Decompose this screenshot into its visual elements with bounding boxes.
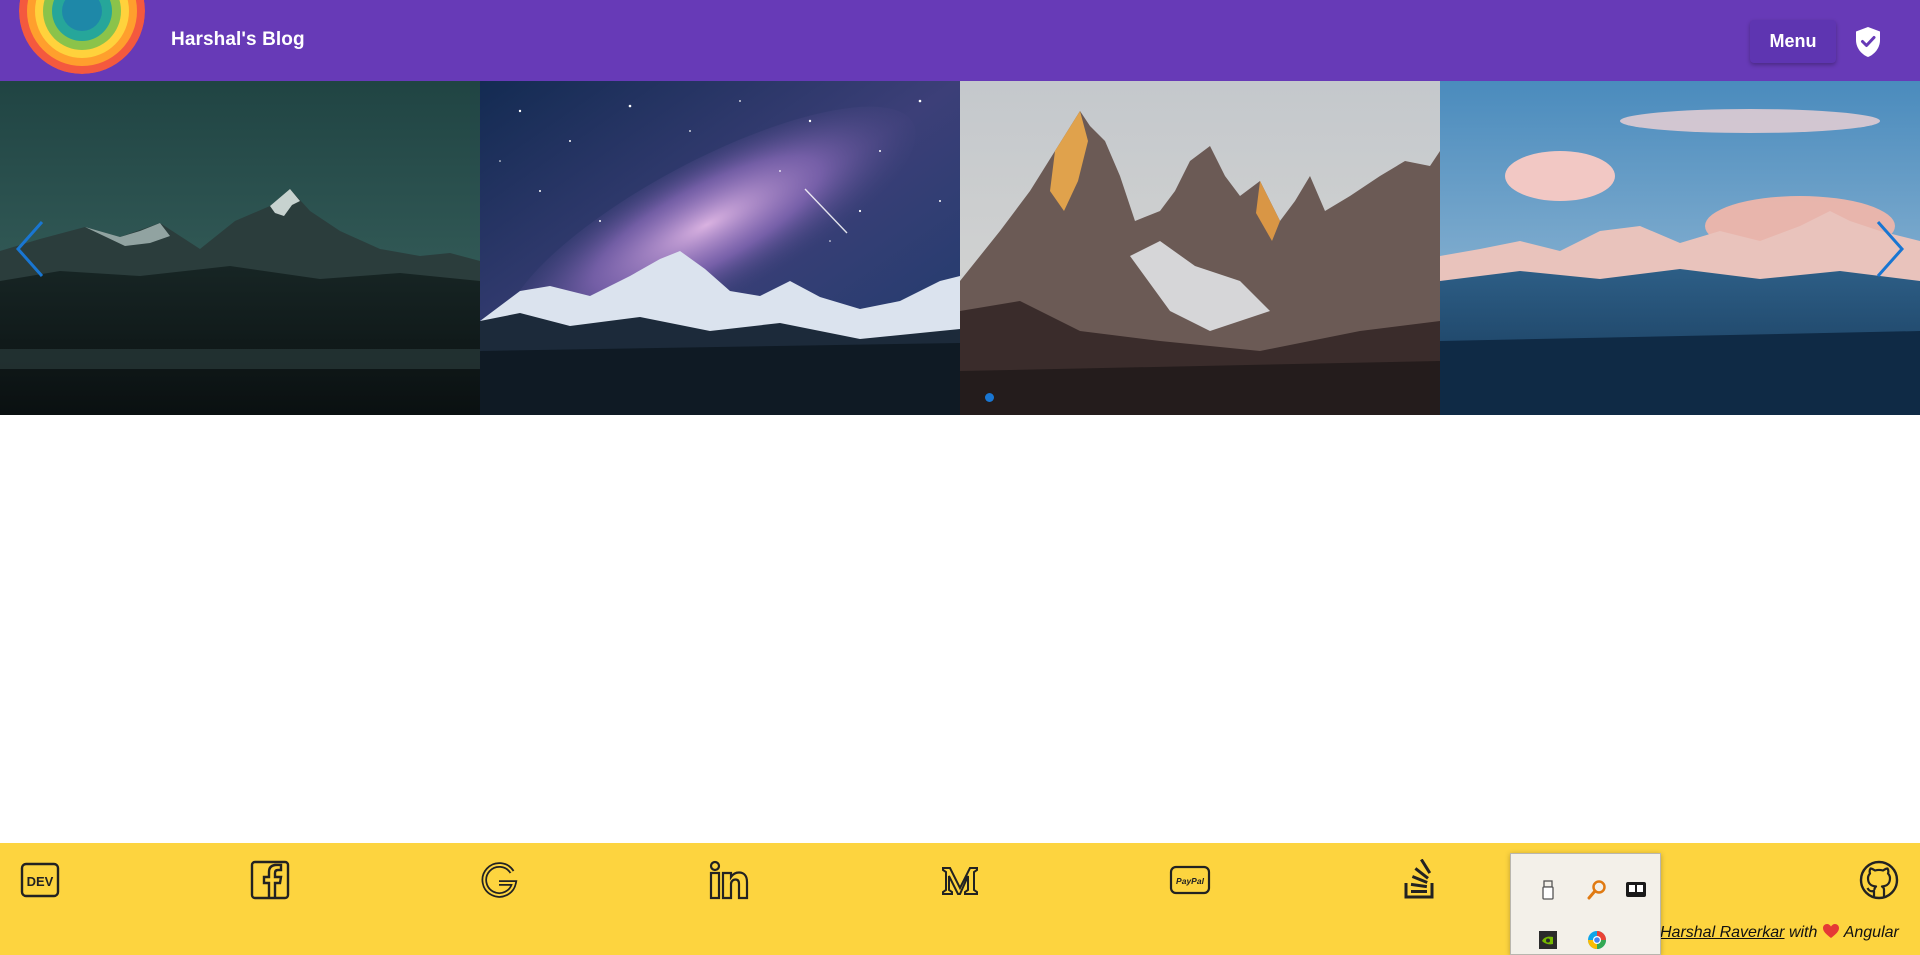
pink-snow-peaks-photo	[1440, 81, 1920, 415]
linkedin-icon[interactable]	[708, 859, 750, 901]
svg-text:DEV: DEV	[27, 874, 54, 889]
nvidia-icon[interactable]	[1537, 929, 1559, 951]
dev-icon[interactable]: DEV	[19, 859, 61, 901]
rainbow-logo-icon[interactable]	[19, 0, 145, 74]
display-app-icon[interactable]	[1625, 879, 1647, 901]
mountain-night-photo	[0, 81, 480, 415]
author-link[interactable]: Harshal Raverkar	[1660, 924, 1784, 941]
carousel-slide[interactable]	[960, 81, 1440, 415]
system-tray-popup	[1510, 853, 1661, 955]
medium-icon[interactable]	[939, 859, 981, 901]
paypal-icon[interactable]: PayPal	[1169, 859, 1211, 901]
usb-drive-icon[interactable]	[1537, 879, 1559, 901]
browser-color-icon[interactable]	[1586, 929, 1608, 951]
blog-page: Harshal's Blog Menu DEV PayPal Harshal R…	[0, 0, 1920, 955]
magnifier-icon[interactable]	[1586, 879, 1608, 901]
facebook-icon[interactable]	[249, 859, 291, 901]
menu-button[interactable]: Menu	[1750, 20, 1836, 63]
carousel-prev-arrow-icon[interactable]	[12, 218, 48, 280]
carousel-slide[interactable]	[1440, 81, 1920, 415]
granite-peaks-photo	[960, 81, 1440, 415]
image-carousel	[0, 81, 1920, 415]
carousel-next-arrow-icon[interactable]	[1872, 218, 1908, 280]
footer-credit: Harshal Raverkar with Angular	[1660, 923, 1899, 942]
stackoverflow-icon[interactable]	[1399, 858, 1441, 901]
heart-icon	[1822, 924, 1844, 941]
carousel-slide[interactable]	[480, 81, 960, 415]
svg-text:PayPal: PayPal	[1176, 876, 1205, 886]
shield-check-icon[interactable]	[1854, 26, 1882, 58]
google-icon[interactable]	[478, 859, 520, 901]
carousel-indicator-dot[interactable]	[985, 393, 994, 402]
brand-title[interactable]: Harshal's Blog	[171, 29, 305, 51]
credit-framework-text: Angular	[1843, 924, 1899, 941]
github-icon[interactable]	[1858, 859, 1900, 901]
milky-way-mountain-photo	[480, 81, 960, 415]
carousel-slide[interactable]	[0, 81, 480, 415]
top-toolbar: Harshal's Blog Menu	[0, 0, 1920, 81]
credit-with-text: with	[1788, 924, 1818, 941]
